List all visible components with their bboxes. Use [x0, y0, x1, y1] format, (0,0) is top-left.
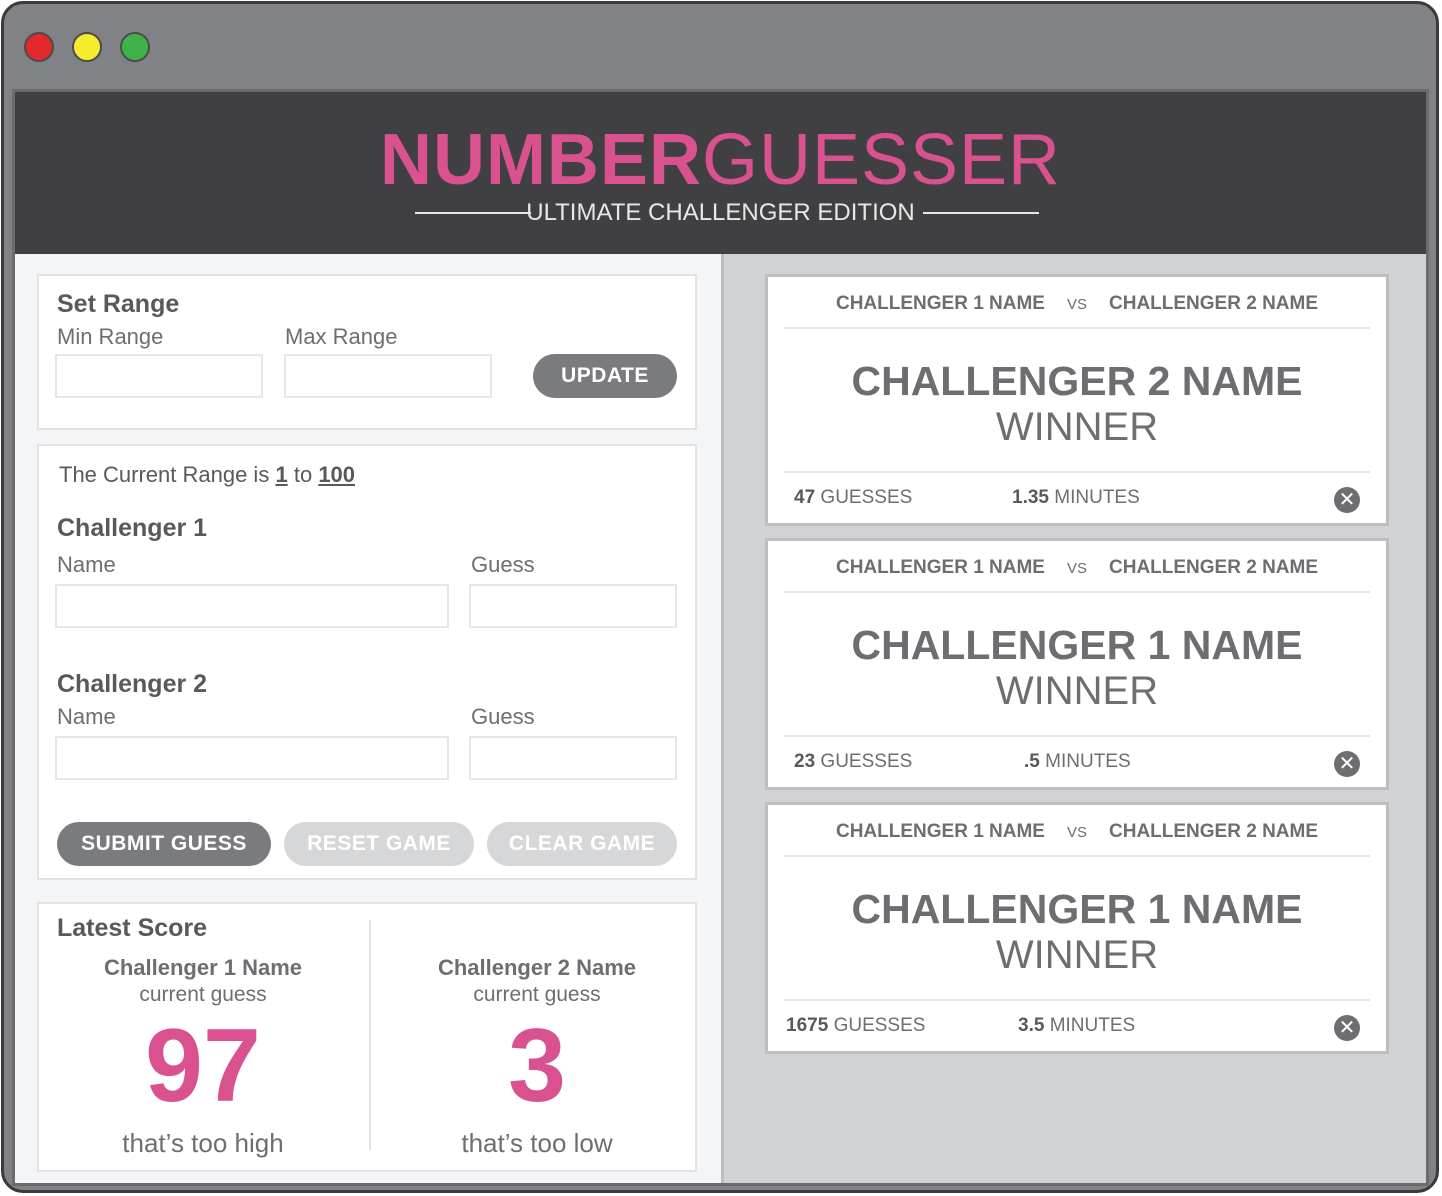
app-header: NUMBERGUESSER ULTIMATE CHALLENGER EDITIO…	[15, 92, 1426, 254]
browser-window: NUMBERGUESSER ULTIMATE CHALLENGER EDITIO…	[1, 1, 1439, 1193]
score-player-sub: current guess	[139, 983, 267, 1006]
result-minutes-label: MINUTES	[1045, 751, 1131, 772]
close-icon[interactable]: ✕	[1334, 1015, 1360, 1041]
set-range-title: Set Range	[57, 290, 180, 318]
result-vs: VS	[1066, 824, 1087, 841]
result-winner-label: WINNER	[995, 405, 1159, 449]
challenger1-guess-label: Guess	[471, 552, 535, 577]
result-minutes: 3.5 MINUTES	[1018, 1015, 1135, 1037]
close-icon[interactable]: ✕	[1334, 751, 1360, 777]
challenger2-guess-input[interactable]	[469, 736, 677, 780]
result-winner-name: CHALLENGER 1 NAME	[851, 622, 1303, 668]
result-divider-top	[784, 327, 1370, 329]
challenger2-name-input[interactable]	[55, 736, 449, 780]
submit-guess-button[interactable]: SUBMIT GUESS	[57, 822, 271, 866]
update-button[interactable]: UPDATE	[533, 354, 677, 398]
result-matchup: CHALLENGER 1 NAME VS CHALLENGER 2 NAME	[768, 557, 1386, 587]
result-matchup: CHALLENGER 1 NAME VS CHALLENGER 2 NAME	[768, 821, 1386, 851]
result-winner-name: CHALLENGER 2 NAME	[851, 358, 1303, 404]
result-challenger2: CHALLENGER 2 NAME	[1109, 557, 1319, 578]
result-winner-label: WINNER	[995, 933, 1159, 977]
challenger2-title: Challenger 2	[57, 670, 208, 698]
result-guesses-label: GUESSES	[820, 751, 913, 772]
score-challenger2: Challenger 2 Name current guess 3 that’s…	[377, 954, 697, 1160]
close-window-dot[interactable]	[24, 32, 54, 62]
clear-game-button[interactable]: CLEAR GAME	[487, 822, 677, 866]
game-card: The Current Range is 1 to 100 Challenger…	[37, 444, 697, 880]
result-challenger1: CHALLENGER 1 NAME	[835, 557, 1045, 578]
score-player-hint: that’s too high	[122, 1128, 284, 1158]
reset-game-button[interactable]: RESET GAME	[284, 822, 474, 866]
result-card: CHALLENGER 1 NAME VS CHALLENGER 2 NAME CHA…	[765, 538, 1389, 790]
result-guesses: 47 GUESSES	[794, 487, 912, 509]
result-divider-bottom	[784, 735, 1370, 737]
result-card: CHALLENGER 1 NAME VS CHALLENGER 2 NAME CHA…	[765, 802, 1389, 1054]
score-challenger1: Challenger 1 Name current guess 97 that’…	[43, 954, 363, 1160]
score-player-name: Challenger 1 Name	[103, 955, 303, 980]
result-challenger2: CHALLENGER 2 NAME	[1109, 821, 1319, 842]
result-divider-top	[784, 855, 1370, 857]
set-range-card: Set Range Min Range Max Range UPDATE	[37, 274, 697, 430]
min-range-label: Min Range	[57, 324, 164, 349]
tagline-rule-right	[923, 212, 1039, 214]
result-guesses-count: 1675	[786, 1015, 829, 1036]
latest-score-title: Latest Score	[57, 914, 208, 942]
range-to: to	[293, 462, 313, 487]
result-challenger1: CHALLENGER 1 NAME	[835, 821, 1045, 842]
current-range-text: The Current Range is 1 to 100	[59, 462, 355, 488]
range-max-value: 100	[318, 462, 356, 487]
score-divider	[369, 920, 371, 1150]
result-minutes: .5 MINUTES	[1024, 751, 1131, 773]
challenger1-guess-input[interactable]	[469, 584, 677, 628]
result-guesses-count: 23	[794, 751, 816, 772]
result-challenger2: CHALLENGER 2 NAME	[1109, 293, 1319, 314]
page-content: NUMBERGUESSER ULTIMATE CHALLENGER EDITIO…	[12, 89, 1429, 1186]
result-minutes-count: 3.5	[1018, 1015, 1045, 1036]
minimize-window-dot[interactable]	[72, 32, 102, 62]
logo-light: GUESSER	[701, 120, 1062, 200]
app-logo: NUMBERGUESSER	[15, 118, 1426, 202]
result-divider-top	[784, 591, 1370, 593]
result-divider-bottom	[784, 999, 1370, 1001]
result-challenger1: CHALLENGER 1 NAME	[835, 293, 1045, 314]
result-minutes-label: MINUTES	[1054, 487, 1140, 508]
maximize-window-dot[interactable]	[120, 32, 150, 62]
challenger1-name-label: Name	[57, 552, 116, 577]
result-minutes-count: .5	[1024, 751, 1040, 772]
result-minutes: 1.35 MINUTES	[1012, 487, 1140, 509]
range-min-value: 1	[275, 462, 288, 487]
challenger1-title: Challenger 1	[57, 514, 208, 542]
max-range-input[interactable]	[284, 354, 492, 398]
range-prefix: The Current Range is	[59, 462, 270, 487]
result-minutes-label: MINUTES	[1049, 1015, 1136, 1036]
score-player-guess: 97	[145, 1008, 261, 1124]
max-range-label: Max Range	[285, 324, 398, 349]
result-winner-name: CHALLENGER 1 NAME	[851, 886, 1303, 932]
challenger2-name-label: Name	[57, 704, 116, 729]
min-range-input[interactable]	[55, 354, 263, 398]
result-vs: VS	[1066, 560, 1087, 577]
latest-score-card: Latest Score Challenger 1 Name current g…	[37, 902, 697, 1172]
score-player-hint: that’s too low	[461, 1128, 613, 1158]
result-card: CHALLENGER 1 NAME VS CHALLENGER 2 NAME CHA…	[765, 274, 1389, 526]
challenger2-guess-label: Guess	[471, 704, 535, 729]
score-player-sub: current guess	[473, 983, 601, 1006]
result-vs: VS	[1066, 296, 1087, 313]
result-guesses-label: GUESSES	[820, 487, 913, 508]
result-matchup: CHALLENGER 1 NAME VS CHALLENGER 2 NAME	[768, 293, 1386, 323]
result-guesses-count: 47	[794, 487, 816, 508]
score-player-guess: 3	[508, 1008, 566, 1124]
logo-bold: NUMBER	[379, 120, 702, 200]
score-player-name: Challenger 2 Name	[437, 955, 637, 980]
result-guesses: 1675 GUESSES	[786, 1015, 925, 1037]
challenger1-name-input[interactable]	[55, 584, 449, 628]
result-minutes-count: 1.35	[1012, 487, 1049, 508]
result-winner-label: WINNER	[995, 669, 1159, 713]
close-icon[interactable]: ✕	[1334, 487, 1360, 513]
result-guesses: 23 GUESSES	[794, 751, 912, 773]
app-tagline: ULTIMATE CHALLENGER EDITION	[526, 199, 915, 226]
result-divider-bottom	[784, 471, 1370, 473]
result-guesses-label: GUESSES	[833, 1015, 926, 1036]
